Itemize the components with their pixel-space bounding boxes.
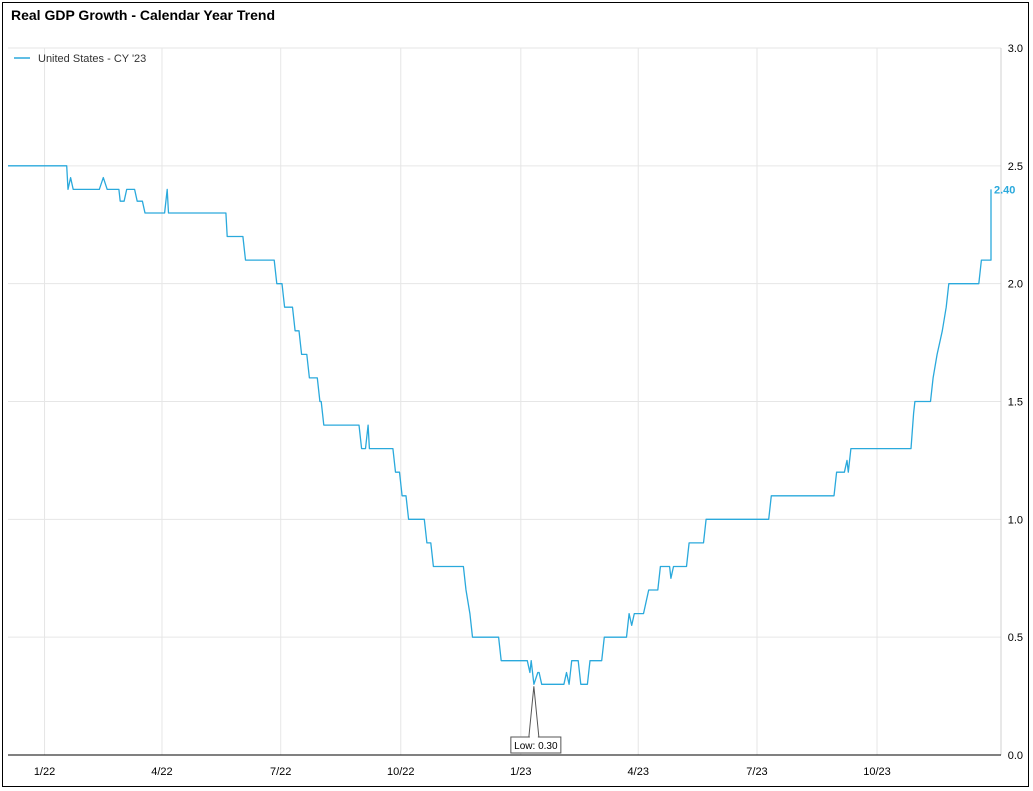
series-group: 2.40	[8, 165, 1015, 685]
low-annotation: Low: 0.30	[510, 686, 562, 754]
grid-lines	[8, 47, 1002, 756]
x-axis-ticks: 1/22 4/22 7/22 10/22 1/23 4/23 7/23 10/23	[34, 766, 891, 778]
last-value-label: 2.40	[994, 184, 1015, 196]
annotation-pointer	[528, 686, 540, 738]
x-tick-label: 4/22	[151, 766, 172, 778]
y-tick-label: 0.5	[1008, 632, 1023, 644]
annotation-text: Low: 0.30	[514, 741, 558, 752]
x-tick-label: 4/23	[628, 766, 649, 778]
x-tick-label: 7/23	[746, 766, 767, 778]
x-tick-label: 1/23	[510, 766, 531, 778]
y-tick-label: 3.0	[1008, 43, 1023, 55]
x-tick-label: 1/22	[34, 766, 55, 778]
x-tick-label: 10/22	[387, 766, 415, 778]
series-line	[8, 165, 992, 685]
x-tick-label: 7/22	[270, 766, 291, 778]
legend-label: United States - CY '23	[38, 53, 146, 65]
y-tick-label: 1.0	[1008, 514, 1023, 526]
y-tick-label: 2.0	[1008, 279, 1023, 291]
chart-svg: 0.00.51.01.52.02.53.0 1/22 4/22 7/22 10/22 1…	[8, 43, 1023, 778]
y-tick-label: 1.5	[1008, 397, 1023, 409]
y-axis-ticks: 0.0 0.5 1.0 1.5 2.0 2.5 3.0	[1008, 43, 1023, 762]
y-tick-label: 2.5	[1008, 161, 1023, 173]
y-tick-label: 0.0	[1008, 750, 1023, 762]
legend[interactable]: United States - CY '23	[14, 53, 146, 65]
x-tick-label: 10/23	[863, 766, 891, 778]
